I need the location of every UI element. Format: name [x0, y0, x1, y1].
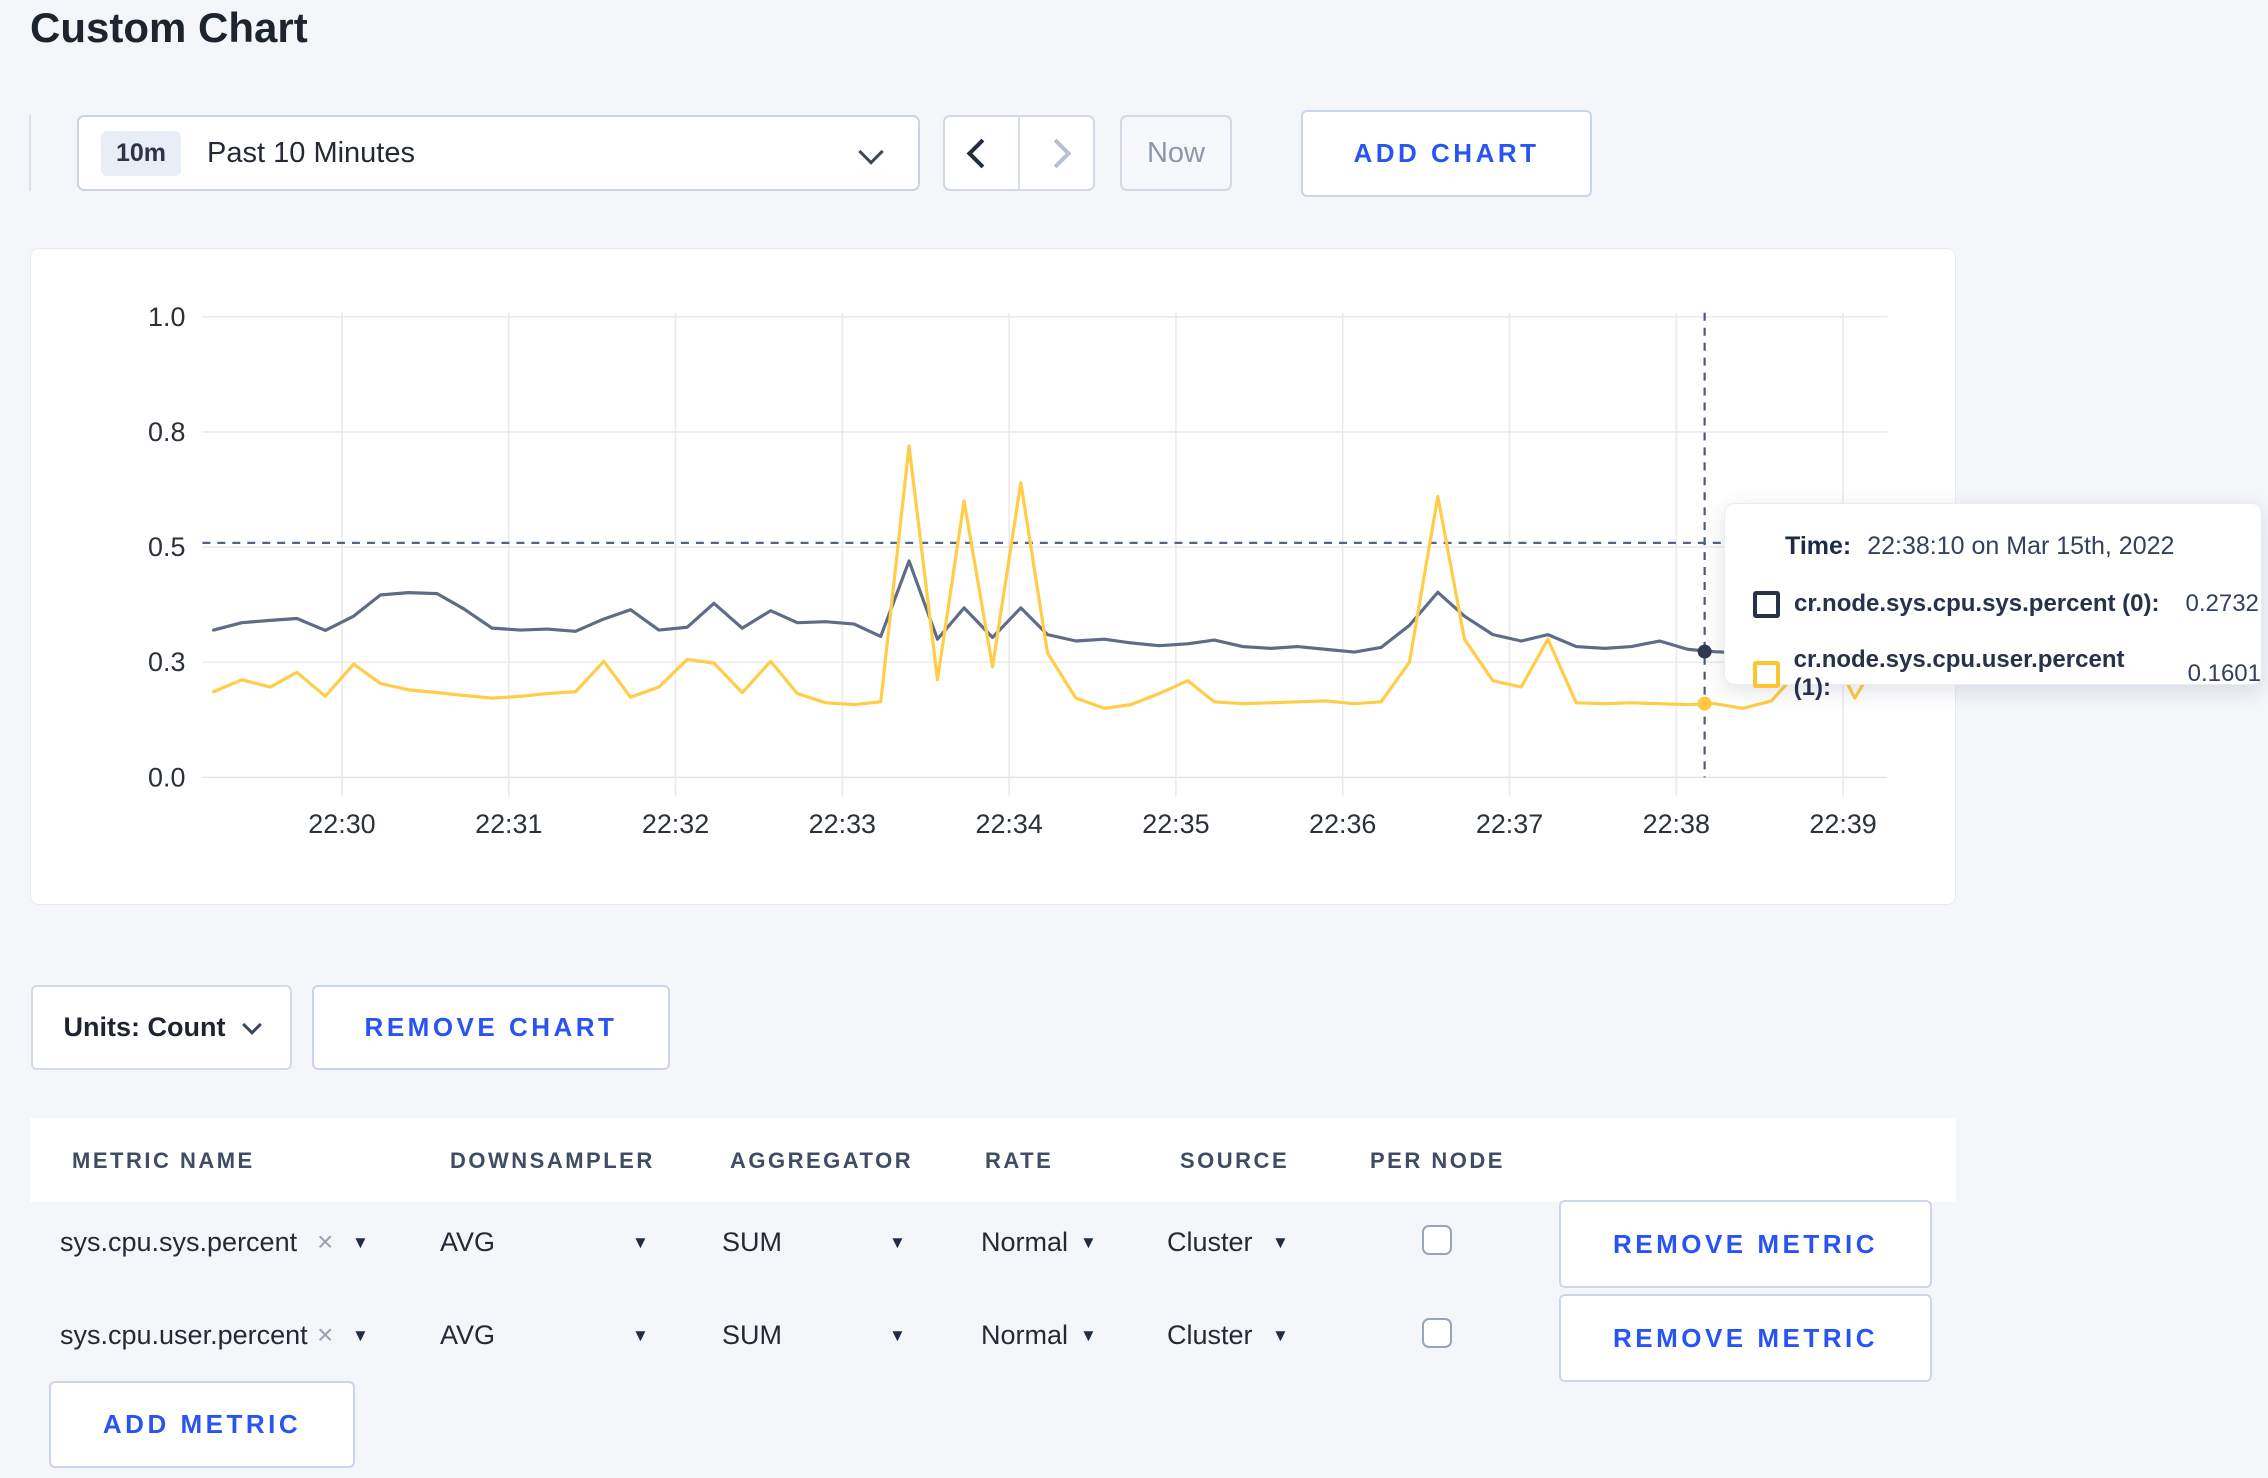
column-header-per-node: PER NODE [1370, 1148, 1505, 1173]
rate-select[interactable]: Normal [981, 1320, 1068, 1351]
svg-text:0.0: 0.0 [148, 762, 185, 792]
now-button[interactable]: Now [1120, 115, 1232, 191]
svg-text:22:32: 22:32 [642, 809, 709, 839]
chart-card: 0.0 0.3 0.5 0.8 1.0 22:30 22:31 22:32 22:33 22:34… [30, 248, 1956, 905]
svg-text:22:30: 22:30 [308, 809, 375, 839]
svg-text:22:35: 22:35 [1142, 809, 1209, 839]
chevron-right-icon [1041, 138, 1072, 168]
triangle-down-icon[interactable]: ▼ [1080, 1326, 1097, 1346]
svg-text:22:37: 22:37 [1476, 809, 1543, 839]
toolbar-left-rule [29, 115, 31, 191]
time-range-label: Past 10 Minutes [207, 136, 415, 169]
series-label: cr.node.sys.cpu.user.percent (1): [1793, 646, 2125, 701]
column-header-aggregator: AGGREGATOR [730, 1148, 914, 1173]
source-select[interactable]: Cluster [1167, 1320, 1253, 1351]
triangle-down-icon[interactable]: ▼ [1080, 1233, 1097, 1253]
add-metric-button[interactable]: ADD METRIC [49, 1381, 355, 1468]
svg-text:0.3: 0.3 [148, 647, 185, 677]
triangle-down-icon[interactable]: ▼ [1272, 1326, 1289, 1346]
time-step-buttons [943, 115, 1095, 191]
triangle-down-icon[interactable]: ▼ [632, 1326, 649, 1346]
page-title: Custom Chart [30, 4, 308, 51]
tooltip-series-row: cr.node.sys.cpu.user.percent (1): 0.1601 [1753, 646, 2261, 702]
remove-x-icon[interactable]: × [317, 1226, 333, 1258]
prev-range-button[interactable] [945, 117, 1020, 189]
chart-tooltip: Time: 22:38:10 on Mar 15th, 2022 cr.node… [1724, 503, 2262, 701]
tooltip-time: Time: 22:38:10 on Mar 15th, 2022 [1785, 532, 2174, 561]
column-header-downsampler: DOWNSAMPLER [450, 1148, 655, 1173]
downsampler-select[interactable]: AVG [440, 1320, 495, 1351]
per-node-checkbox[interactable] [1422, 1225, 1452, 1255]
column-header-metric-name: METRIC NAME [72, 1148, 255, 1173]
tooltip-time-label: Time: [1785, 532, 1852, 560]
column-header-rate: RATE [985, 1148, 1054, 1173]
column-header-source: SOURCE [1180, 1148, 1290, 1173]
tooltip-series-row: cr.node.sys.cpu.sys.percent (0): 0.2732 [1753, 590, 2259, 618]
svg-text:22:33: 22:33 [809, 809, 876, 839]
triangle-down-icon[interactable]: ▼ [889, 1326, 906, 1346]
units-select[interactable]: Units: Count [31, 985, 292, 1070]
triangle-down-icon[interactable]: ▼ [889, 1233, 906, 1253]
chevron-down-icon [858, 139, 884, 165]
aggregator-select[interactable]: SUM [722, 1227, 782, 1258]
remove-metric-button[interactable]: REMOVE METRIC [1559, 1200, 1932, 1288]
triangle-down-icon[interactable]: ▼ [1272, 1233, 1289, 1253]
rate-select[interactable]: Normal [981, 1227, 1068, 1258]
metric-name-select[interactable]: sys.cpu.user.percent [60, 1320, 308, 1351]
time-range-select[interactable]: 10m Past 10 Minutes [77, 115, 920, 191]
next-range-button[interactable] [1020, 117, 1093, 189]
svg-text:22:36: 22:36 [1309, 809, 1376, 839]
chart-plot[interactable]: 0.0 0.3 0.5 0.8 1.0 22:30 22:31 22:32 22:33 22:34… [31, 249, 1955, 904]
units-label: Units: Count [63, 1012, 226, 1042]
series-value: 0.2732 [2185, 590, 2259, 617]
custom-chart-page: Custom Chart 10m Past 10 Minutes Now ADD… [0, 0, 2268, 1478]
svg-text:22:39: 22:39 [1809, 809, 1876, 839]
svg-text:1.0: 1.0 [148, 302, 185, 332]
svg-text:22:31: 22:31 [475, 809, 542, 839]
chevron-down-icon [242, 1014, 263, 1035]
svg-text:22:38: 22:38 [1643, 809, 1710, 839]
series-swatch-icon [1753, 590, 1780, 618]
svg-text:0.8: 0.8 [148, 417, 185, 447]
time-range-badge: 10m [101, 130, 182, 176]
source-select[interactable]: Cluster [1167, 1227, 1253, 1258]
metric-name-select[interactable]: sys.cpu.sys.percent [60, 1227, 297, 1258]
series-swatch-icon [1753, 660, 1780, 688]
remove-x-icon[interactable]: × [317, 1319, 333, 1351]
svg-text:22:34: 22:34 [975, 809, 1042, 839]
svg-text:0.5: 0.5 [148, 532, 185, 562]
remove-chart-button[interactable]: REMOVE CHART [312, 985, 670, 1070]
series-label: cr.node.sys.cpu.sys.percent (0): [1794, 590, 2160, 617]
aggregator-select[interactable]: SUM [722, 1320, 782, 1351]
per-node-checkbox[interactable] [1422, 1318, 1452, 1348]
remove-metric-button[interactable]: REMOVE METRIC [1559, 1294, 1932, 1382]
tooltip-time-value: 22:38:10 on Mar 15th, 2022 [1867, 532, 2175, 560]
downsampler-select[interactable]: AVG [440, 1227, 495, 1258]
add-chart-button[interactable]: ADD CHART [1301, 110, 1592, 197]
triangle-down-icon[interactable]: ▼ [632, 1233, 649, 1253]
triangle-down-icon[interactable]: ▼ [352, 1326, 369, 1346]
series-value: 0.1601 [2187, 660, 2261, 687]
triangle-down-icon[interactable]: ▼ [352, 1233, 369, 1253]
chevron-left-icon [966, 138, 997, 168]
